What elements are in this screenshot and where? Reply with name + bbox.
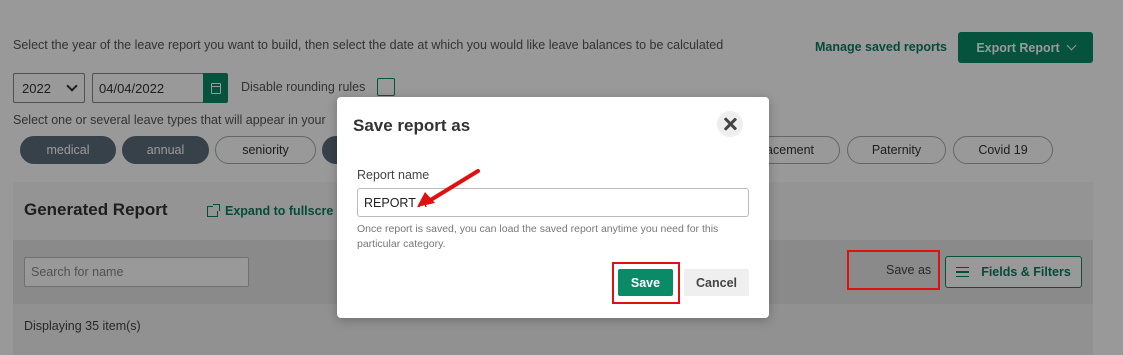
leave-report-page: Select the year of the leave report you …	[0, 0, 1123, 355]
cancel-button[interactable]: Cancel	[684, 269, 749, 296]
annotation-arrow-icon	[417, 169, 480, 207]
save-button[interactable]: Save	[618, 269, 673, 296]
dialog-title: Save report as	[353, 116, 471, 135]
helper-text: Once report is saved, you can load the s…	[357, 223, 719, 250]
close-button[interactable]	[717, 111, 743, 137]
close-icon	[723, 117, 737, 131]
save-report-dialog: Save report as Report name Once report i…	[337, 97, 769, 318]
save-as-highlight	[847, 250, 940, 290]
